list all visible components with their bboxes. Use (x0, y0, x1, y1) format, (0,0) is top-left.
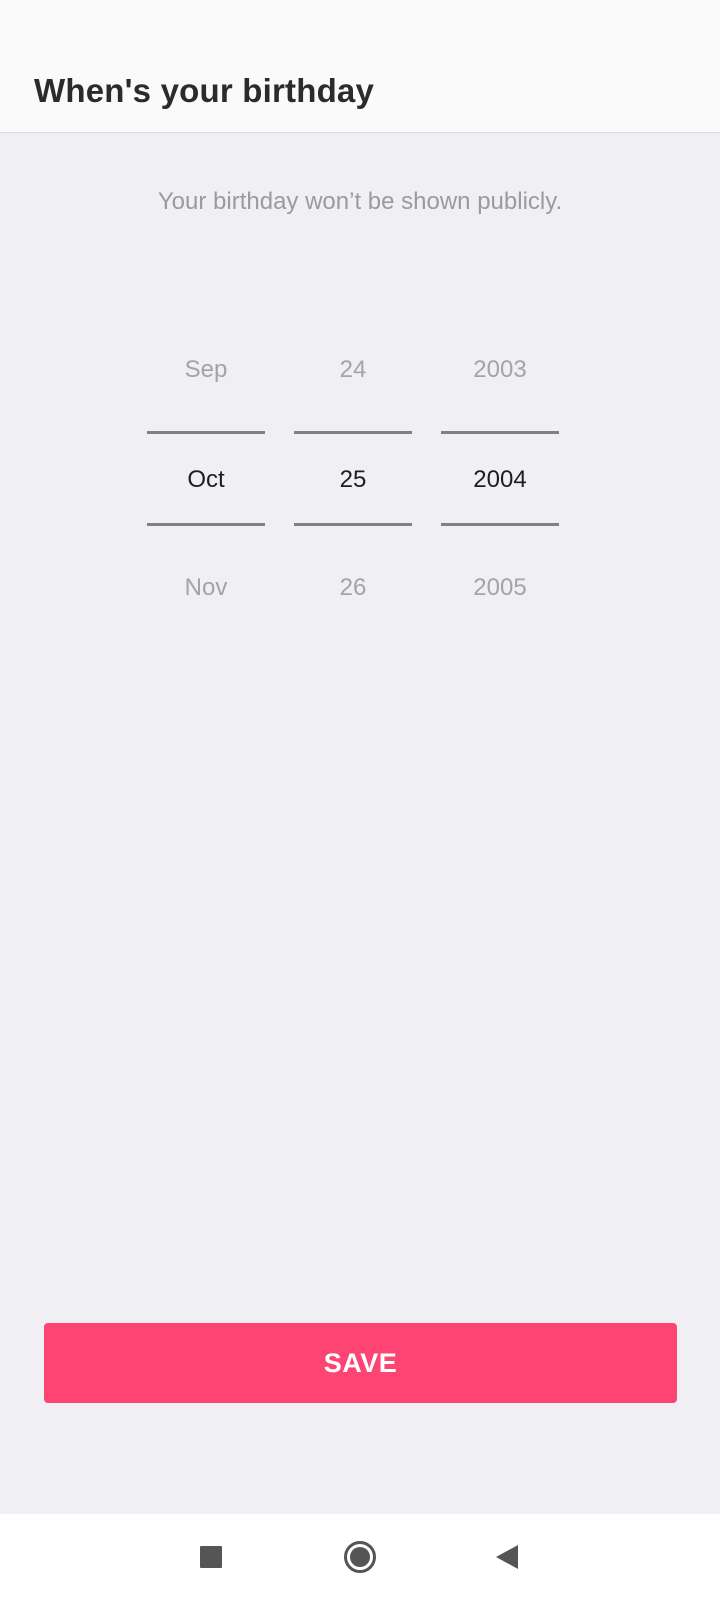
day-next-option[interactable]: 26 (294, 573, 412, 603)
home-icon (344, 1541, 376, 1573)
save-button[interactable]: SAVE (44, 1323, 677, 1403)
month-selected-value[interactable]: Oct (147, 465, 265, 495)
recents-icon (200, 1546, 222, 1568)
app-header: When's your birthday (0, 0, 720, 133)
year-next-option[interactable]: 2005 (441, 573, 559, 603)
privacy-note: Your birthday won’t be shown publicly. (157, 188, 563, 215)
year-prev-option[interactable]: 2003 (441, 355, 559, 385)
day-selection-line-bottom (294, 523, 412, 526)
year-selection-line-bottom (441, 523, 559, 526)
month-next-option[interactable]: Nov (147, 573, 265, 603)
month-selection-line-top (147, 431, 265, 434)
day-selection-line-top (294, 431, 412, 434)
month-prev-option[interactable]: Sep (147, 355, 265, 385)
year-selected-value[interactable]: 2004 (441, 465, 559, 495)
home-button[interactable] (320, 1514, 400, 1600)
day-prev-option[interactable]: 24 (294, 355, 412, 385)
year-selection-line-top (441, 431, 559, 434)
month-selection-line-bottom (147, 523, 265, 526)
recents-button[interactable] (171, 1514, 251, 1600)
back-icon (496, 1545, 518, 1569)
system-navigation-bar (0, 1514, 720, 1600)
day-selected-value[interactable]: 25 (294, 465, 412, 495)
page-title: When's your birthday (34, 72, 375, 109)
back-button[interactable] (467, 1514, 547, 1600)
